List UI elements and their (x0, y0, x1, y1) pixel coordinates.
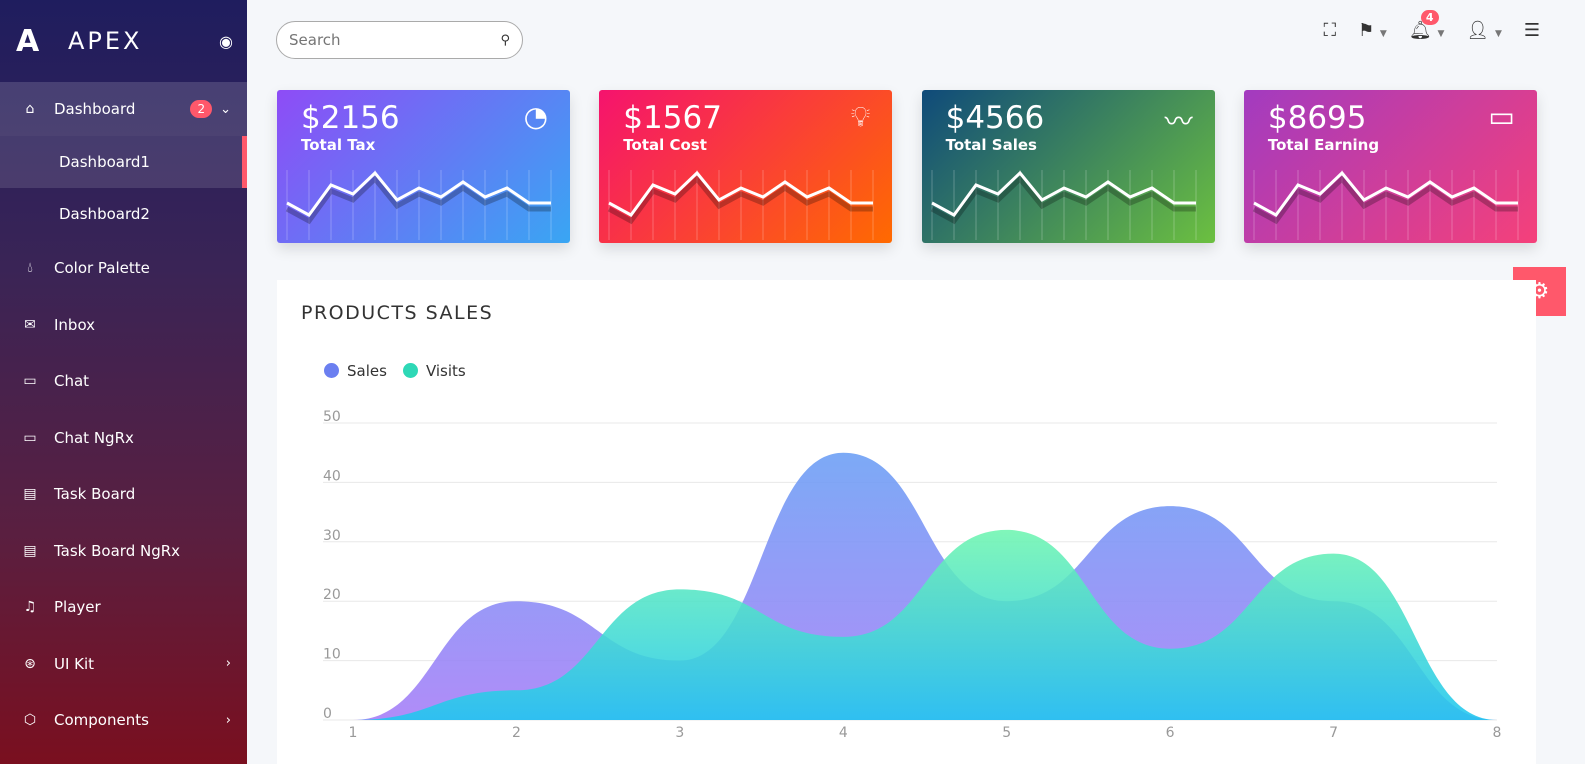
chart-legend: Sales Visits (324, 362, 466, 380)
file-icon: ▤ (23, 542, 37, 559)
chevron-right-icon: › (225, 656, 231, 672)
sidebar: A APEX ◉ ⌂ Dashboard 2 ⌄ Dashboard1 Dash… (0, 0, 247, 764)
apex-logo-icon: A (16, 23, 40, 59)
y-tick-label: 50 (323, 409, 341, 425)
sidebar-item-color-palette[interactable]: 💧︎ Color Palette (0, 240, 247, 297)
area-series-sales (353, 452, 1497, 720)
sidebar-item-chat-ngrx[interactable]: ▭ Chat NgRx (0, 410, 247, 467)
y-tick-label: 10 (323, 647, 341, 663)
box-icon: ⬡ (23, 712, 37, 729)
sidebar-item-label: Dashboard (54, 100, 136, 118)
menu-icon[interactable]: ☰ (1524, 20, 1540, 41)
sparkline (285, 170, 552, 240)
notification-badge: 4 (1420, 10, 1439, 25)
sidebar-item-ui-kit[interactable]: ⊛ UI Kit › (0, 636, 247, 693)
sidebar-item-components[interactable]: ⬡ Components › (0, 692, 247, 749)
sidebar-item-label: UI Kit (54, 654, 95, 673)
x-tick-label: 5 (1002, 725, 1011, 741)
music-icon: ♫ (23, 599, 37, 616)
file-icon: ▤ (23, 486, 37, 503)
sidebar-toggle-icon[interactable]: ◉ (219, 32, 233, 51)
legend-visits[interactable]: Visits (402, 362, 466, 380)
chat-icon: ▭ (23, 429, 37, 446)
sidebar-item-inbox[interactable]: ✉ Inbox (0, 297, 247, 354)
sidebar-item-task-board[interactable]: ▤ Task Board (0, 466, 247, 523)
mail-icon: ✉ (24, 316, 36, 333)
user-menu[interactable]: 👤︎ ▼ (1466, 20, 1502, 41)
sidebar-item-label: Inbox (54, 315, 96, 334)
y-tick-label: 40 (323, 468, 341, 484)
top-toolbar: ⛶ ⚑ ▼ 🔔︎ 4 ▼ 👤︎ ▼ ☰ (1323, 10, 1540, 41)
sidebar-subitem-dashboard1[interactable]: Dashboard1 (0, 136, 247, 188)
count-badge: 2 (190, 100, 213, 118)
x-tick-label: 6 (1166, 725, 1175, 741)
aperture-icon: ⊛ (24, 655, 36, 672)
sidebar-item-label: Task Board (54, 485, 136, 504)
sidebar-item-chat[interactable]: ▭ Chat (0, 353, 247, 410)
search-icon[interactable]: ⚲ (500, 33, 510, 48)
search-box[interactable]: ⚲ (276, 21, 523, 59)
sidebar-item-dashboard[interactable]: ⌂ Dashboard 2 ⌄ (0, 82, 247, 136)
fullscreen-icon[interactable]: ⛶ (1323, 20, 1336, 41)
sparkline (1252, 170, 1519, 240)
x-tick-label: 8 (1493, 725, 1502, 741)
y-tick-label: 0 (323, 706, 332, 722)
y-tick-label: 20 (323, 587, 341, 603)
x-tick-label: 4 (839, 725, 848, 741)
chevron-down-icon: ⌄ (220, 101, 231, 117)
chat-icon: ▭ (23, 373, 37, 390)
sidebar-item-task-board-ngrx[interactable]: ▤ Task Board NgRx (0, 523, 247, 580)
area-chart: 0 10 20 30 40 50 1 2 3 4 5 6 7 8 (323, 409, 1502, 741)
stat-card-total-cost: $1567 Total Cost 💡︎ (599, 90, 893, 243)
x-tick-label: 3 (675, 725, 684, 741)
x-tick-label: 2 (512, 725, 521, 741)
sidebar-item-label: Task Board NgRx (54, 541, 181, 560)
stat-card-total-earning: $8695 Total Earning ▭ (1243, 90, 1537, 243)
sparkline (608, 170, 874, 240)
stat-card-total-sales: $4566 Total Sales 〰 (921, 90, 1215, 243)
notifications-menu[interactable]: 🔔︎ 4 ▼ (1409, 10, 1444, 41)
brand-name: APEX (68, 27, 143, 55)
search-input[interactable] (289, 31, 501, 49)
sparkline (930, 170, 1197, 240)
sidebar-item-label: Color Palette (54, 259, 150, 278)
area-series-visits (353, 529, 1497, 720)
stat-card-total-tax: $2156 Total Tax ◔ (277, 90, 570, 243)
chevron-right-icon: › (225, 712, 231, 728)
sidebar-item-player[interactable]: ♫ Player (0, 579, 247, 636)
sidebar-item-label: Components (54, 711, 149, 730)
sidebar-item-label: Player (54, 598, 101, 617)
flag-menu[interactable]: ⚑ ▼ (1358, 20, 1387, 41)
brand: A APEX ◉ (0, 0, 247, 82)
sidebar-item-label: Chat NgRx (54, 428, 134, 447)
x-tick-label: 7 (1329, 725, 1338, 741)
y-tick-label: 30 (323, 528, 341, 544)
sidebar-subitem-dashboard2[interactable]: Dashboard2 (0, 188, 247, 240)
x-tick-label: 1 (349, 725, 358, 741)
home-icon: ⌂ (25, 101, 35, 117)
sidebar-item-label: Chat (54, 372, 90, 391)
chart-title: PRODUCTS SALES (301, 302, 494, 324)
products-sales-panel: PRODUCTS SALES Sales Visits 0 10 20 30 40 50 1… (277, 280, 1536, 764)
legend-sales[interactable]: Sales (324, 362, 387, 380)
droplet-icon: 💧︎ (27, 260, 33, 277)
